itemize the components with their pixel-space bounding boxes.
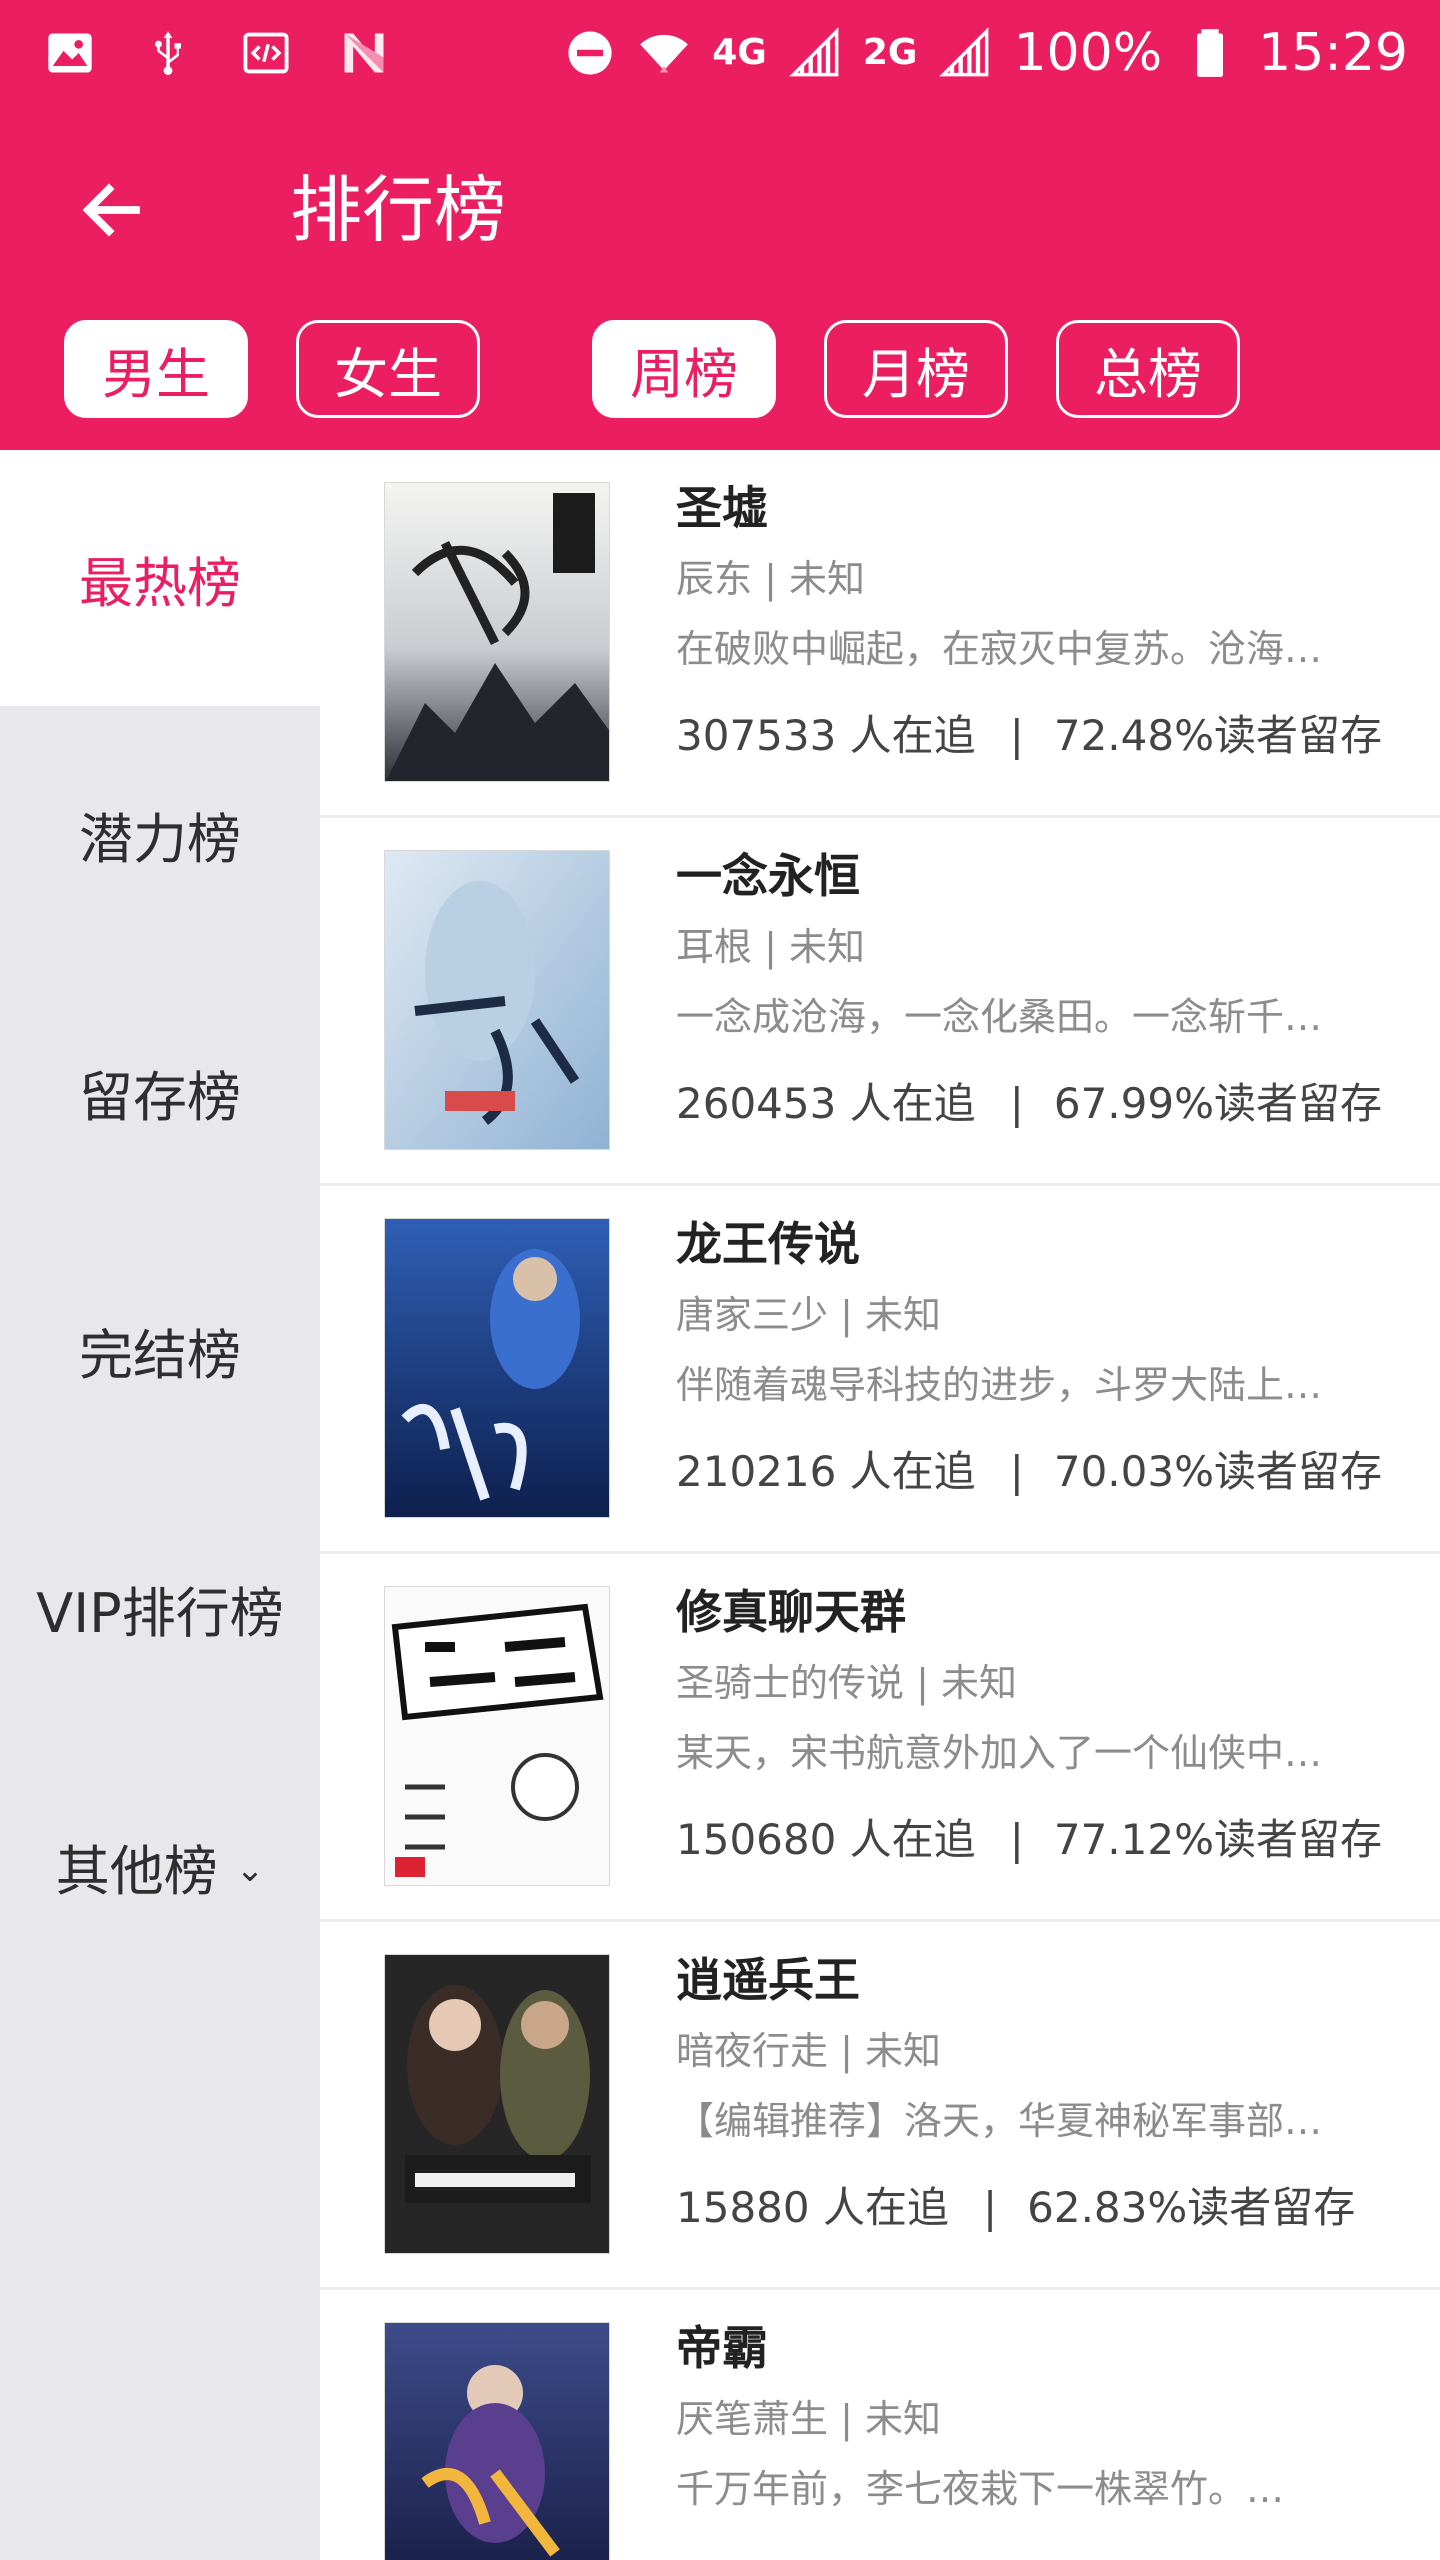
book-author: 圣骑士的传说 | 未知 (676, 1661, 1017, 1705)
book-title: 修真聊天群 (676, 1585, 906, 1639)
book-cover (384, 1954, 610, 2254)
book-description: 千万年前，李七夜栽下一株翠竹。… (676, 2467, 1285, 2511)
book-retention: 70.03%读者留存 (1053, 1447, 1382, 1496)
book-author: 厌笔萧生 | 未知 (676, 2397, 941, 2441)
signal-icon-2 (939, 26, 991, 79)
book-list: 圣墟 辰东 | 未知 在破败中崛起，在寂灭中复苏。沧海… 307533 人在追 |… (320, 450, 1440, 2560)
stats-separator: | (1009, 1815, 1024, 1864)
book-description: 一念成沧海，一念化桑田。一念斩千… (676, 995, 1323, 1039)
app-header: 4G 2G 100% 15:29 排行榜 男生 女生 周榜 月榜 总榜 (0, 0, 1440, 450)
arrow-left-icon (82, 183, 140, 237)
book-stats: 307533 人在追 | 72.48%读者留存 (676, 706, 1382, 766)
book-followers: 307533 人在追 (676, 711, 976, 760)
book-retention: 67.99%读者留存 (1053, 1079, 1382, 1128)
book-description: 伴随着魂导科技的进步，斗罗大陆上… (676, 1363, 1323, 1407)
clock: 15:29 (1258, 22, 1408, 83)
book-stats: 260453 人在追 | 67.99%读者留存 (676, 1074, 1382, 1134)
code-icon (240, 27, 292, 79)
book-author: 暗夜行走 | 未知 (676, 2029, 941, 2073)
book-retention: 72.48%读者留存 (1053, 711, 1382, 760)
book-cover (384, 482, 610, 782)
book-author: 唐家三少 | 未知 (676, 1293, 941, 1337)
book-cover (384, 2322, 610, 2560)
book-item[interactable]: 修真聊天群 圣骑士的传说 | 未知 某天，宋书航意外加入了一个仙侠中… 1506… (320, 1554, 1440, 1922)
book-stats: 150680 人在追 | 77.12%读者留存 (676, 1810, 1382, 1870)
stats-separator: | (982, 2183, 998, 2232)
sidebar-item-label: 潜力榜 (79, 807, 241, 871)
book-item[interactable]: 一念永恒 耳根 | 未知 一念成沧海，一念化桑田。一念斩千… 260453 人在… (320, 818, 1440, 1186)
sidebar-item-label: 完结榜 (79, 1323, 241, 1387)
book-retention: 77.12%读者留存 (1053, 1815, 1382, 1864)
sidebar-item-label: 其他榜 (55, 1839, 218, 1903)
book-description: 在破败中崛起，在寂灭中复苏。沧海… (676, 627, 1323, 671)
sidebar-item-potential[interactable]: 潜力榜 (0, 706, 320, 962)
sidebar-item-label: VIP排行榜 (36, 1581, 284, 1645)
network-type-2g: 2G (862, 32, 918, 73)
stats-separator: | (1009, 711, 1024, 760)
sidebar-item-label: 留存榜 (79, 1065, 241, 1129)
filter-total[interactable]: 总榜 (1056, 320, 1240, 418)
book-stats: 210216 人在追 | 70.03%读者留存 (676, 1442, 1382, 1502)
chevron-down-icon: ⌄ (235, 1850, 265, 1890)
book-cover (384, 850, 610, 1150)
book-item[interactable]: 圣墟 辰东 | 未知 在破败中崛起，在寂灭中复苏。沧海… 307533 人在追 |… (320, 450, 1440, 818)
stats-separator: | (1009, 1079, 1024, 1128)
book-item[interactable]: 帝霸 厌笔萧生 | 未知 千万年前，李七夜栽下一株翠竹。… (320, 2290, 1440, 2560)
filter-weekly[interactable]: 周榜 (592, 320, 776, 418)
n-icon (338, 27, 390, 79)
book-description: 某天，宋书航意外加入了一个仙侠中… (676, 1731, 1323, 1775)
book-title: 圣墟 (676, 481, 768, 535)
filter-female[interactable]: 女生 (296, 320, 480, 418)
book-title: 逍遥兵王 (676, 1953, 860, 2007)
book-cover (384, 1218, 610, 1518)
signal-icon (789, 26, 841, 79)
book-followers: 260453 人在追 (676, 1079, 976, 1128)
battery-percent: 100% (1013, 22, 1163, 83)
page-title: 排行榜 (290, 168, 507, 252)
battery-icon (1184, 27, 1236, 79)
toolbar: 排行榜 (0, 120, 1440, 300)
network-type-4g: 4G (712, 32, 767, 73)
sidebar-item-hottest[interactable]: 最热榜 (0, 450, 320, 706)
status-bar: 4G 2G 100% 15:29 (0, 0, 1440, 105)
back-button[interactable] (62, 160, 162, 260)
book-followers: 150680 人在追 (676, 1815, 976, 1864)
book-item[interactable]: 逍遥兵王 暗夜行走 | 未知 【编辑推荐】洛天，华夏神秘军事部… 15880 人… (320, 1922, 1440, 2290)
stats-separator: | (1009, 1447, 1024, 1496)
book-followers: 15880 人在追 (676, 2183, 949, 2232)
sidebar-item-label: 最热榜 (79, 551, 241, 615)
sidebar-item-vip[interactable]: VIP排行榜 (0, 1480, 320, 1736)
book-author: 辰东 | 未知 (676, 557, 865, 601)
book-item[interactable]: 龙王传说 唐家三少 | 未知 伴随着魂导科技的进步，斗罗大陆上… 210216 … (320, 1186, 1440, 1554)
sidebar-item-retention[interactable]: 留存榜 (0, 964, 320, 1220)
book-title: 帝霸 (676, 2321, 768, 2375)
book-author: 耳根 | 未知 (676, 925, 865, 969)
book-title: 龙王传说 (676, 1217, 860, 1271)
filter-male[interactable]: 男生 (64, 320, 248, 418)
usb-icon (142, 27, 194, 79)
book-followers: 210216 人在追 (676, 1447, 976, 1496)
filter-monthly[interactable]: 月榜 (824, 320, 1008, 418)
book-title: 一念永恒 (676, 849, 860, 903)
book-retention: 62.83%读者留存 (1027, 2183, 1356, 2232)
book-cover (384, 1586, 610, 1886)
wifi-icon (638, 27, 690, 79)
sidebar-item-completed[interactable]: 完结榜 (0, 1222, 320, 1478)
filter-row: 男生 女生 周榜 月榜 总榜 (0, 320, 1440, 420)
sidebar-item-other[interactable]: 其他榜 ⌄ (0, 1738, 320, 1994)
book-description: 【编辑推荐】洛天，华夏神秘军事部… (676, 2099, 1323, 2143)
category-sidebar: 最热榜 潜力榜 留存榜 完结榜 VIP排行榜 其他榜 ⌄ (0, 450, 320, 2560)
book-stats: 15880 人在追 | 62.83%读者留存 (676, 2178, 1355, 2238)
do-not-disturb-icon (564, 27, 616, 79)
image-icon (44, 27, 96, 79)
